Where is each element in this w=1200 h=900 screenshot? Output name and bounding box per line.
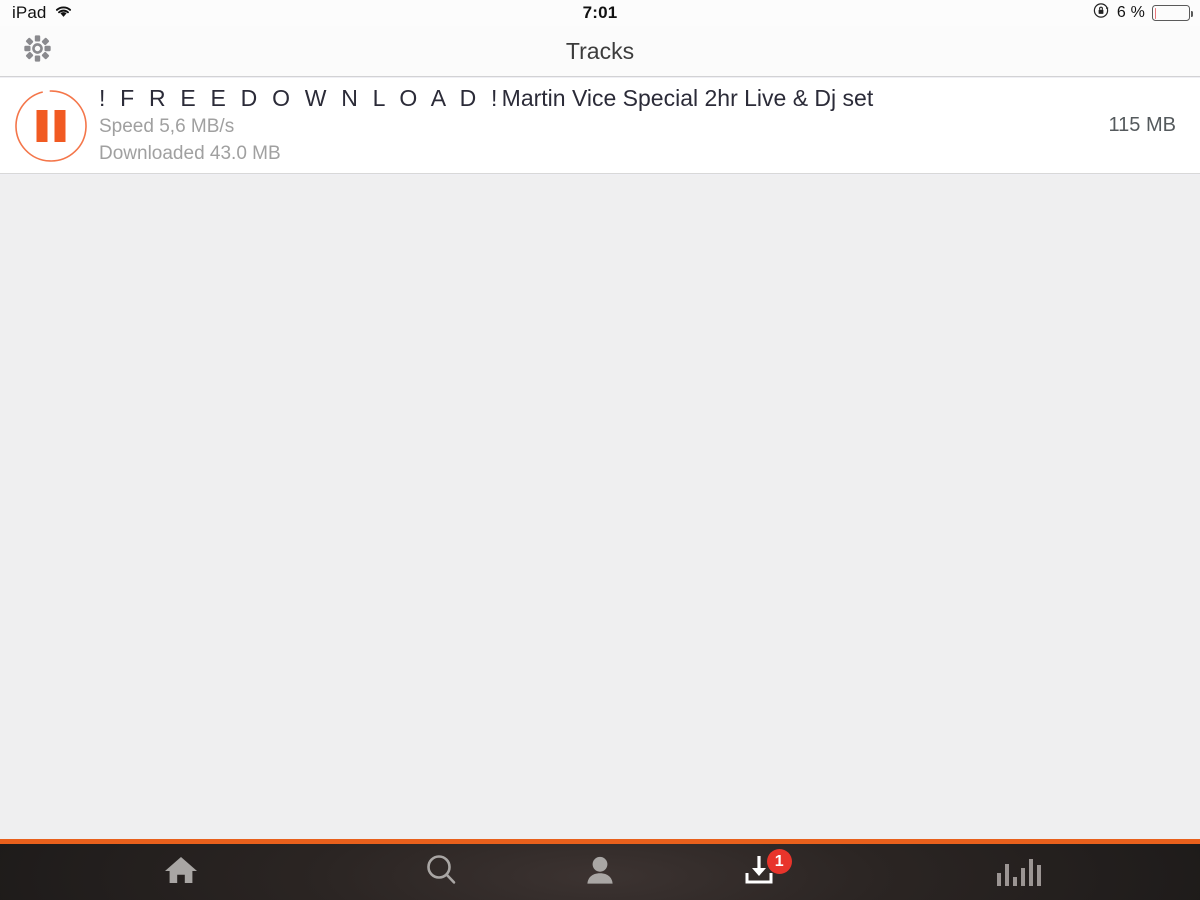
battery-fill: [1154, 7, 1157, 19]
downloads-badge: 1: [766, 849, 792, 874]
track-title: ! F R E E D O W N L O A D !Martin Vice S…: [99, 84, 1109, 113]
tab-home[interactable]: [0, 844, 362, 900]
home-icon: [163, 854, 199, 891]
tab-profile[interactable]: [521, 844, 680, 900]
clock-label: 7:01: [582, 3, 618, 22]
download-list-item[interactable]: ! F R E E D O W N L O A D !Martin Vice S…: [0, 78, 1200, 174]
download-downloaded: Downloaded 43.0 MB: [99, 142, 281, 164]
tab-search[interactable]: [362, 844, 521, 900]
download-info: ! F R E E D O W N L O A D !Martin Vice S…: [99, 84, 1109, 166]
tab-downloads[interactable]: 1: [679, 844, 838, 900]
status-bar-right: 6 %: [1093, 2, 1193, 24]
navigation-bar: Tracks: [0, 26, 1200, 77]
download-total-size: 115 MB: [1108, 114, 1176, 136]
download-speed: Speed 5,6 MB/s: [99, 116, 235, 138]
tab-charts[interactable]: [838, 844, 1200, 900]
person-icon: [584, 854, 616, 891]
search-icon: [423, 853, 459, 892]
rotation-lock-icon: [1093, 2, 1110, 24]
track-title-prefix: ! F R E E D O W N L O A D !: [99, 85, 502, 112]
tab-bar: 1: [0, 839, 1200, 900]
app-root: iPad 7:01 6 % Tracks ! F R E E D O W N L…: [0, 0, 1200, 900]
status-bar: iPad 7:01 6 %: [0, 0, 1200, 26]
track-title-rest: Martin Vice Special 2hr Live & Dj set: [501, 85, 874, 112]
content-area: [0, 175, 1200, 839]
battery-percent-label: 6 %: [1116, 4, 1145, 21]
download-progress-button[interactable]: [14, 89, 88, 163]
page-title: Tracks: [565, 38, 635, 64]
bar-chart-icon: [996, 858, 1042, 886]
pause-icon: [36, 109, 66, 142]
battery-icon: [1152, 5, 1193, 21]
